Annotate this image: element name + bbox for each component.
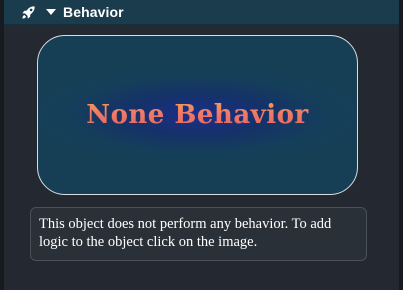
caret-down-icon[interactable] [46,9,56,15]
section-title: Behavior [63,4,124,20]
behavior-description: This object does not perform any behavio… [30,207,367,261]
behavior-image-button[interactable]: None Behavior [37,35,358,195]
behavior-image-label: None Behavior [86,100,309,130]
rocket-icon [20,4,36,20]
behavior-section-header[interactable]: Behavior [4,0,399,25]
behavior-panel: Behavior None Behavior This object does … [0,0,403,290]
